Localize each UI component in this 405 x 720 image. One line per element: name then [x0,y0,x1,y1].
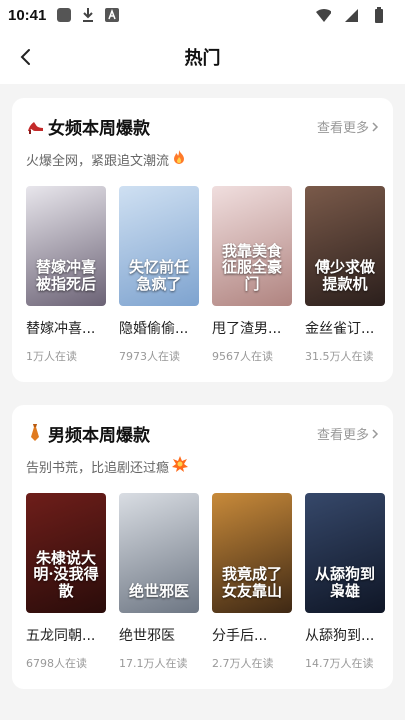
book-cover-title: 我靠美食征服全豪门 [221,241,282,293]
book-item[interactable]: 绝世邪医 绝世邪医 17.1万人在读 [119,493,199,671]
book-cover-title: 替嫁冲喜被指死后 [35,258,96,293]
chevron-left-icon [20,49,30,65]
book-item[interactable]: 傅少求做提款机 金丝雀订... 31.5万人在读 [305,186,385,364]
book-title[interactable]: 从舔狗到... [305,625,385,645]
app-notification-icon [56,7,72,23]
download-icon [80,7,96,23]
book-cover[interactable]: 傅少求做提款机 [305,186,385,306]
book-title[interactable]: 替嫁冲喜... [26,318,106,338]
book-readers: 6798人在读 [26,657,87,670]
see-more-link[interactable]: 查看更多 [317,424,379,443]
book-readers: 1万人在读 [26,350,77,363]
book-item[interactable]: 朱棣说大明·没我得散 五龙同朝... 6798人在读 [26,493,106,671]
book-readers: 7973人在读 [119,350,180,363]
book-item[interactable]: 替嫁冲喜被指死后 替嫁冲喜... 1万人在读 [26,186,106,364]
burst-icon [172,456,189,476]
book-title[interactable]: 甩了渣男... [212,318,292,338]
book-title[interactable]: 分手后... [212,625,292,645]
section-title: 男频本周爆款 [48,426,150,446]
section-header: 女频本周爆款 查看更多 [26,114,393,139]
book-cover[interactable]: 朱棣说大明·没我得散 [26,493,106,613]
book-cover-title: 朱棣说大明·没我得散 [33,548,99,600]
chevron-right-icon [372,121,379,132]
book-item[interactable]: 我竟成了女友靠山 分手后... 2.7万人在读 [212,493,292,671]
book-title[interactable]: 五龙同朝... [26,625,106,645]
section-card-female: 女频本周爆款 查看更多 火爆全网，紧跟追文潮流 替嫁冲喜被指死后 替嫁冲喜...… [12,98,393,382]
section-subtitle: 告别书荒，比追剧还过瘾 [26,456,393,476]
book-cover[interactable]: 替嫁冲喜被指死后 [26,186,106,306]
book-title[interactable]: 绝世邪医 [119,625,199,645]
book-title[interactable]: 隐婚偷偷... [119,318,199,338]
chevron-right-icon [372,428,379,439]
section-subtitle-text: 告别书荒，比追剧还过瘾 [26,460,170,476]
see-more-label: 查看更多 [316,428,369,443]
see-more-label: 查看更多 [316,121,369,136]
section-subtitle-text: 火爆全网，紧跟追文潮流 [26,153,170,169]
book-row: 朱棣说大明·没我得散 五龙同朝... 6798人在读 绝世邪医 绝世邪医 17.… [26,493,393,671]
book-cover-title: 我竟成了女友靠山 [221,565,282,600]
section-title: 女频本周爆款 [48,119,150,139]
section-subtitle: 火爆全网，紧跟追文潮流 [26,149,393,169]
wifi-icon [315,7,331,23]
book-cover-title: 从舔狗到枭雄 [314,565,375,600]
page-title: 热门 [184,48,221,69]
book-item[interactable]: 失忆前任急疯了 隐婚偷偷... 7973人在读 [119,186,199,364]
book-row: 替嫁冲喜被指死后 替嫁冲喜... 1万人在读 失忆前任急疯了 隐婚偷偷... 7… [26,186,393,364]
battery-icon [371,7,387,23]
book-cover[interactable]: 绝世邪医 [119,493,199,613]
book-cover[interactable]: 我靠美食征服全豪门 [212,186,292,306]
book-readers: 2.7万人在读 [212,657,274,670]
tie-icon [26,423,44,445]
book-cover[interactable]: 从舔狗到枭雄 [305,493,385,613]
book-readers: 31.5万人在读 [305,350,374,363]
book-item[interactable]: 我靠美食征服全豪门 甩了渣男... 9567人在读 [212,186,292,364]
book-readers: 17.1万人在读 [119,657,188,670]
status-time: 10:41 [8,6,47,24]
book-cover[interactable]: 我竟成了女友靠山 [212,493,292,613]
book-readers: 9567人在读 [212,350,273,363]
cell-signal-icon [343,7,359,23]
font-a-icon [104,7,120,23]
book-cover-title: 失忆前任急疯了 [128,258,189,293]
book-cover-title: 傅少求做提款机 [314,258,375,293]
book-cover[interactable]: 失忆前任急疯了 [119,186,199,306]
book-item[interactable]: 从舔狗到枭雄 从舔狗到... 14.7万人在读 [305,493,385,671]
section-list: 女频本周爆款 查看更多 火爆全网，紧跟追文潮流 替嫁冲喜被指死后 替嫁冲喜...… [0,84,405,689]
nav-bar: 热门 [0,30,405,84]
fire-icon [172,149,186,169]
back-button[interactable] [12,43,40,71]
section-header: 男频本周爆款 查看更多 [26,421,393,446]
book-readers: 14.7万人在读 [305,657,374,670]
book-title[interactable]: 金丝雀订... [305,318,385,338]
book-cover-title: 绝世邪医 [128,581,189,600]
section-card-male: 男频本周爆款 查看更多 告别书荒，比追剧还过瘾 朱棣说大明·没我得散 五龙同朝.… [12,405,393,689]
status-bar: 10:41 [0,0,405,30]
high-heel-icon [26,116,44,138]
see-more-link[interactable]: 查看更多 [317,117,379,136]
